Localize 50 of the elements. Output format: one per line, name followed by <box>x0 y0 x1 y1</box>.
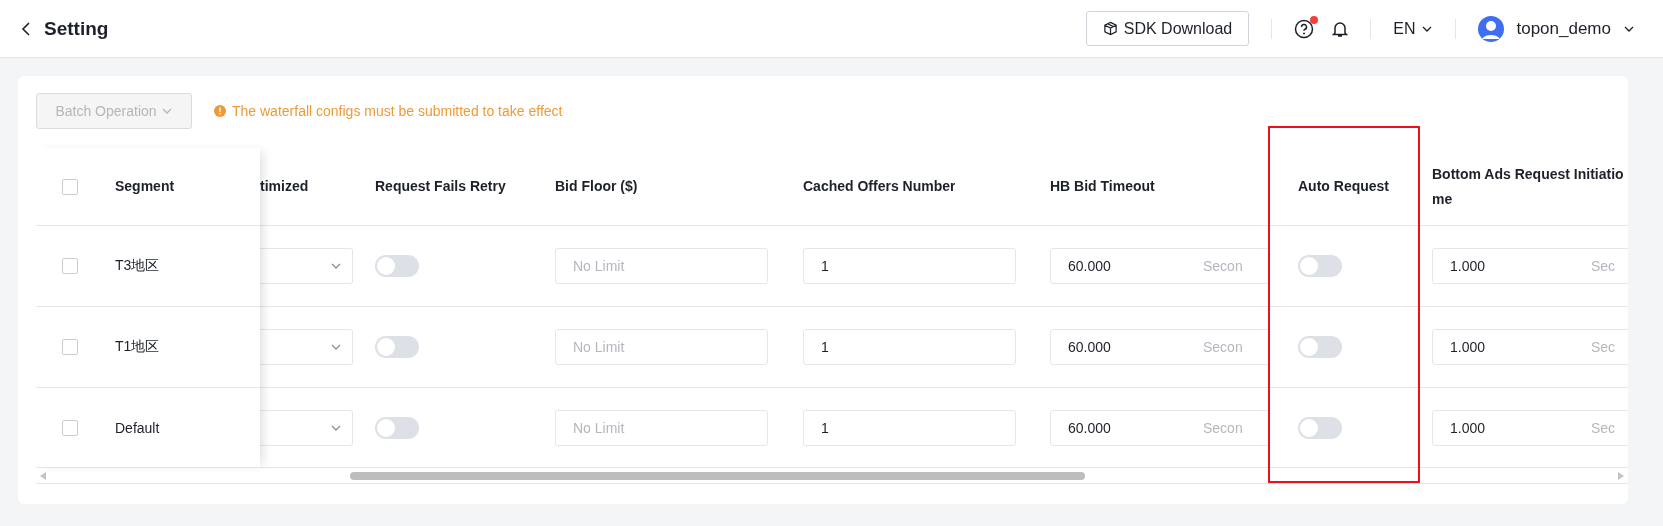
column-header: Bid Floor ($) <box>555 177 638 196</box>
notice-text: The waterfall configs must be submitted to take effect <box>232 103 563 119</box>
column-header: timized <box>260 177 309 196</box>
toggle-switch[interactable] <box>1298 336 1342 358</box>
column-header: Request Fails Retry <box>375 177 506 196</box>
toggle-switch[interactable] <box>375 336 419 358</box>
scroll-right-icon[interactable] <box>1618 471 1624 480</box>
help-icon <box>1294 18 1315 39</box>
toggle-switch[interactable] <box>375 255 419 277</box>
segment-name: T3地区 <box>115 257 160 275</box>
scrollbar-thumb[interactable] <box>350 472 1085 480</box>
back-icon[interactable] <box>20 20 32 37</box>
bell-icon <box>1332 19 1349 38</box>
warning-icon <box>214 105 226 117</box>
help-button[interactable] <box>1294 18 1315 39</box>
input-field[interactable]: 1 <box>803 409 1016 446</box>
toggle-switch[interactable] <box>375 416 419 439</box>
input-field[interactable]: 1 <box>803 248 1016 284</box>
column-header: HB Bid Timeout <box>1050 177 1155 196</box>
toggle-switch[interactable] <box>1298 416 1342 439</box>
column-header: Bottom Ads Request Initiatio <box>1432 164 1624 184</box>
toggle-switch[interactable] <box>1298 255 1342 277</box>
row-checkbox[interactable] <box>62 339 78 355</box>
segment-name: Default <box>115 419 160 436</box>
input-field[interactable]: 1.000 Sec <box>1432 248 1628 284</box>
column-header: Cached Offers Number <box>803 177 956 196</box>
input-field[interactable]: 1.000 Sec <box>1432 409 1628 446</box>
row-checkbox[interactable] <box>62 258 78 274</box>
column-header: Auto Request <box>1298 177 1389 196</box>
select-all-checkbox[interactable] <box>62 178 78 195</box>
scroll-left-icon[interactable] <box>40 471 46 480</box>
input-field[interactable]: 1 <box>803 329 1016 365</box>
input-field[interactable]: 1.000 Sec <box>1432 329 1628 365</box>
select-field[interactable] <box>260 409 353 446</box>
row-checkbox[interactable] <box>62 419 78 436</box>
select-field[interactable] <box>260 248 353 284</box>
column-header: Segment <box>115 177 175 196</box>
user-menu[interactable]: topon_demo <box>1478 15 1635 42</box>
language-selector[interactable]: EN <box>1393 19 1434 38</box>
box-icon <box>1102 21 1118 36</box>
sdk-download-button[interactable]: SDK Download <box>1085 11 1250 46</box>
input-field[interactable]: 60.000 Secon <box>1050 329 1268 365</box>
avatar-icon <box>1478 15 1505 42</box>
input-field[interactable]: 60.000 Secon <box>1050 248 1268 284</box>
input-field[interactable]: 60.000 Secon <box>1050 409 1268 446</box>
segment-name: T1地区 <box>115 338 160 356</box>
page-title: Setting <box>44 17 110 40</box>
column-header: me <box>1432 189 1454 209</box>
select-field[interactable] <box>260 329 353 365</box>
bell-button[interactable] <box>1332 19 1349 38</box>
